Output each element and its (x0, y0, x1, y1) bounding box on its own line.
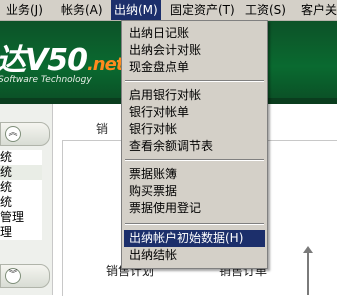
nav-group-header[interactable]: ︽ (0, 122, 50, 146)
menu-item-label: 银行对帐单 (129, 105, 190, 119)
cashier-dropdown-menu: 出纳日记账 出纳会计对账 现金盘点单 启用银行对帐 银行对帐单 银行对帐 查看余… (121, 20, 268, 269)
nav-group-footer[interactable]: ︾ (0, 264, 50, 288)
menu-separator (125, 159, 264, 161)
nav-item[interactable]: 统 (0, 180, 42, 195)
logo-suffix: .net (86, 54, 124, 75)
left-nav-panel: ︽ 统 统 统 统 管理 理 ︾ (0, 104, 53, 295)
menu-item-cashier-close[interactable]: 出纳结帐 (124, 247, 265, 264)
menu-fixed-assets[interactable]: 固定资产(T) (170, 0, 235, 20)
menu-business[interactable]: 业务(J) (6, 0, 43, 20)
content-tab[interactable]: 销 (96, 120, 108, 137)
menu-accounts[interactable]: 帐务(A) (61, 0, 103, 20)
nav-item[interactable]: 理 (0, 225, 42, 240)
menu-item-bank-statement[interactable]: 银行对帐单 (124, 104, 265, 121)
menu-item-cash-count[interactable]: 现金盘点单 (124, 59, 265, 76)
menu-item-label: 出纳日记账 (129, 26, 190, 40)
menu-item-label: 出纳结帐 (129, 248, 178, 262)
menu-item-label: 票据账簿 (129, 167, 178, 181)
nav-item[interactable]: 统 (0, 150, 42, 165)
menu-item-bill-ledger[interactable]: 票据账簿 (124, 166, 265, 183)
chevron-down-icon[interactable]: ︾ (5, 268, 21, 284)
menu-item-enable-bank-reconcile[interactable]: 启用银行对帐 (124, 87, 265, 104)
menu-item-cashier-journal[interactable]: 出纳日记账 (124, 25, 265, 42)
menu-item-label: 银行对帐 (129, 122, 178, 136)
nav-item[interactable]: 统 (0, 165, 42, 180)
nav-item[interactable]: 管理 (0, 210, 42, 225)
menu-item-label: 出纳帐户初始数据(H) (129, 231, 244, 245)
menu-item-cashier-reconcile[interactable]: 出纳会计对账 (124, 42, 265, 59)
brand-logo: 达V50.net (0, 35, 124, 79)
menu-item-balance-adjustment[interactable]: 查看余额调节表 (124, 138, 265, 155)
chevron-up-icon[interactable]: ︽ (5, 126, 21, 142)
menu-item-buy-bills[interactable]: 购买票据 (124, 183, 265, 200)
menu-payroll[interactable]: 工资(S) (245, 0, 286, 20)
menu-item-bank-reconcile[interactable]: 银行对帐 (124, 121, 265, 138)
menu-item-label: 购买票据 (129, 184, 178, 198)
menu-bar: 业务(J) 帐务(A) 出纳(M) 固定资产(T) 工资(S) 客户关 (0, 0, 337, 21)
logo-text: 达V50 (0, 43, 88, 78)
menu-item-label: 启用银行对帐 (129, 88, 202, 102)
nav-item[interactable]: 统 (0, 195, 42, 210)
flow-arrow-icon (303, 246, 313, 295)
menu-customer[interactable]: 客户关 (301, 0, 337, 20)
nav-list: 统 统 统 统 管理 理 (0, 150, 42, 240)
menu-separator (125, 80, 264, 82)
menu-item-label: 查看余额调节表 (129, 139, 214, 153)
menu-item-label: 出纳会计对账 (129, 43, 202, 57)
menu-item-cashier-initial-data[interactable]: 出纳帐户初始数据(H) (124, 230, 265, 247)
menu-cashier[interactable]: 出纳(M) (111, 0, 161, 20)
menu-item-bill-usage[interactable]: 票据使用登记 (124, 200, 265, 217)
menu-item-label: 现金盘点单 (129, 60, 190, 74)
brand-subtitle: Software Technology (0, 75, 92, 85)
menu-separator (125, 223, 264, 225)
menu-item-label: 票据使用登记 (129, 201, 202, 215)
